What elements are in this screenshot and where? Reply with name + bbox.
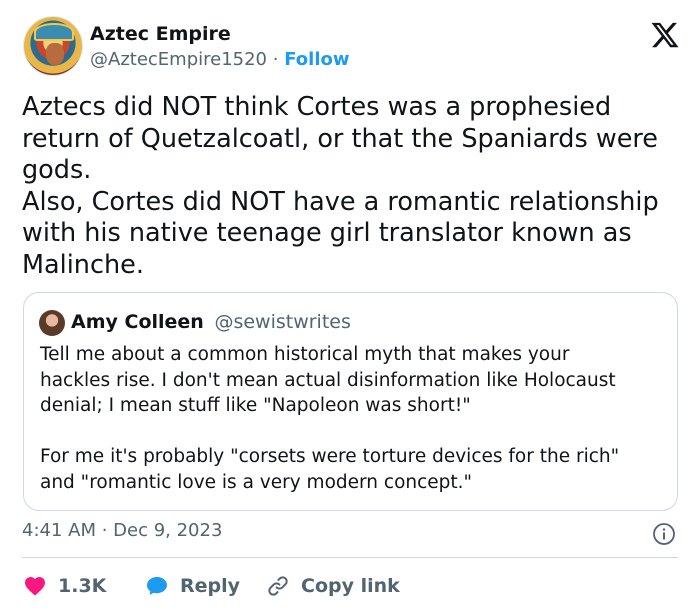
quoted-author-avatar xyxy=(39,310,65,336)
handle-separator: · xyxy=(272,49,279,70)
tweet-line: return of Quetzalcoatl, or that the Span… xyxy=(22,123,658,154)
quoted-author-handle: @sewistwrites xyxy=(214,311,351,333)
tweet-line: Malinche. xyxy=(22,249,144,280)
tweet-line: Also, Cortes did NOT have a romantic rel… xyxy=(22,186,659,217)
copy-link-label: Copy link xyxy=(301,575,400,597)
link-icon xyxy=(268,576,288,596)
action-bar: 1.3K Reply Copy link xyxy=(22,572,682,600)
avatar-crown-shape xyxy=(34,23,74,41)
follow-button[interactable]: Follow xyxy=(284,49,349,70)
quoted-line: and "romantic love is a very modern conc… xyxy=(40,471,473,493)
x-logo-icon[interactable] xyxy=(650,20,680,50)
quoted-line: denial; I mean stuff like "Napoleon was … xyxy=(40,395,471,416)
tweet-line: gods. xyxy=(22,155,92,185)
tweet-header: Aztec Empire @AztecEmpire1520 · Follow xyxy=(20,14,680,80)
divider xyxy=(22,557,678,558)
quoted-line: Tell me about a common historical myth t… xyxy=(40,344,570,365)
reply-button[interactable]: Reply xyxy=(144,572,240,600)
heart-icon xyxy=(25,577,45,596)
reply-bubble-icon xyxy=(147,577,167,595)
like-count: 1.3K xyxy=(58,575,107,597)
reply-label: Reply xyxy=(180,575,241,597)
author-handle-line: @AztecEmpire1520 · Follow xyxy=(90,49,350,70)
like-button[interactable]: 1.3K xyxy=(22,572,106,600)
info-icon[interactable] xyxy=(652,522,676,546)
quoted-tweet[interactable]: Amy Colleen @sewistwrites Tell me about … xyxy=(23,292,678,511)
author-handle[interactable]: @AztecEmpire1520 xyxy=(90,49,267,70)
quoted-line: For me it's probably "corsets were tortu… xyxy=(40,446,620,467)
avatar-face-shape xyxy=(46,43,64,65)
author-name[interactable]: Aztec Empire xyxy=(90,23,231,45)
quoted-author-line: Amy Colleen @sewistwrites xyxy=(71,311,351,333)
tweet-timestamp[interactable]: 4:41 AM · Dec 9, 2023 xyxy=(22,520,222,541)
quoted-author-name: Amy Colleen xyxy=(71,311,204,333)
author-avatar[interactable] xyxy=(23,16,83,76)
tweet-line: with his native teenage girl translator … xyxy=(22,218,632,248)
quoted-text: Tell me about a common historical myth t… xyxy=(40,342,670,495)
tweet-text: Aztecs did NOT think Cortes was a prophe… xyxy=(22,92,682,281)
copy-link-button[interactable]: Copy link xyxy=(265,572,400,600)
quoted-line: hackles rise. I don't mean actual disinf… xyxy=(40,369,616,391)
tweet-line: Aztecs did NOT think Cortes was a prophe… xyxy=(22,92,612,122)
